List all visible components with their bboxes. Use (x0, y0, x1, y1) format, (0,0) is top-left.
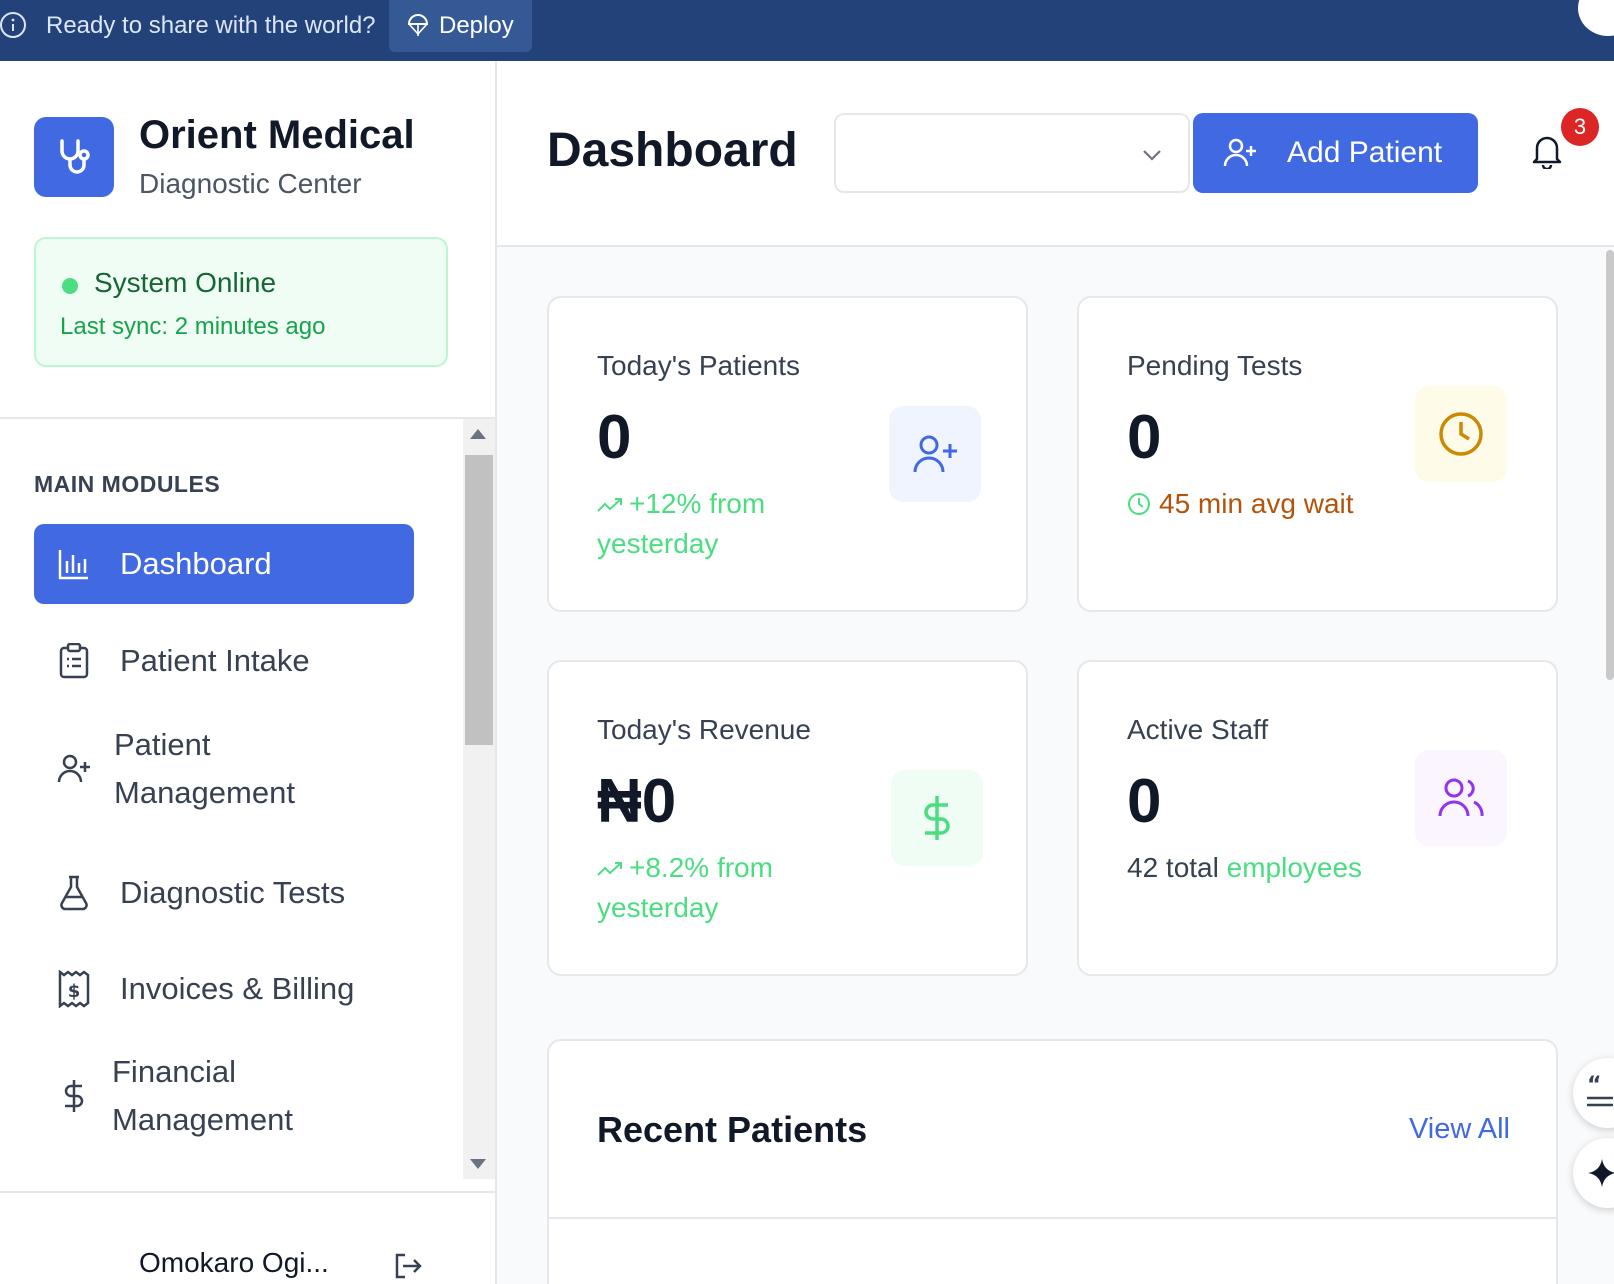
sidebar-item-label: Patient Management (114, 727, 295, 810)
brand-name: Orient Medical (139, 113, 415, 157)
status-dot (62, 278, 78, 294)
add-patient-button[interactable]: Add Patient (1193, 113, 1478, 193)
user-plus-icon (56, 751, 92, 787)
bell-icon[interactable] (1530, 133, 1564, 169)
stat-trend: 42 total employees (1127, 848, 1447, 888)
info-icon (0, 12, 26, 38)
sidebar-item-patient-management[interactable]: Patient Management (34, 709, 414, 829)
stat-trend-text: employees (1226, 852, 1363, 883)
user-name: Omokaro Ogi... (139, 1247, 329, 1278)
stat-value: ₦0 (597, 767, 677, 836)
stat-icon-box (1415, 750, 1507, 846)
sidebar-item-label: Patient Intake (120, 643, 310, 678)
clock-icon (1128, 493, 1150, 515)
stat-label: Active Staff (1127, 714, 1269, 745)
deploy-button-label: Deploy (439, 12, 514, 39)
branch-select[interactable] (834, 113, 1190, 193)
stat-icon-box (891, 770, 983, 866)
view-all-link[interactable]: View All (1409, 1113, 1510, 1146)
sidebar-scrollbar[interactable] (463, 419, 495, 1179)
deploy-banner: Ready to share with the world? Deploy (0, 0, 1614, 61)
stat-card-active-staff: Active Staff 0 42 total employees (1077, 660, 1558, 976)
scroll-thumb[interactable] (465, 455, 493, 745)
sidebar-item-diagnostic-tests[interactable]: Diagnostic Tests (34, 853, 414, 933)
stat-value: 0 (1127, 403, 1162, 472)
stat-trend: +12% from yesterday (597, 484, 867, 564)
stat-card-todays-revenue: Today's Revenue ₦0 +8.2% from yesterday (547, 660, 1028, 976)
bar-chart-icon (56, 546, 92, 582)
sidebar-item-invoices-billing[interactable]: $ Invoices & Billing (34, 949, 414, 1029)
avatar[interactable] (1578, 0, 1614, 36)
clock-icon (1439, 412, 1483, 456)
deploy-button[interactable]: Deploy (389, 0, 532, 52)
sidebar-item-financial-management[interactable]: Financial Management (34, 1037, 414, 1155)
sparkle-icon (1588, 1159, 1614, 1187)
system-status-card: System Online Last sync: 2 minutes ago (34, 237, 448, 367)
last-sync-text: Last sync: 2 minutes ago (60, 313, 326, 340)
sidebar-item-label: Dashboard (120, 546, 272, 581)
stat-trend-prefix: 42 total (1127, 852, 1227, 883)
stat-trend-text: 45 min avg wait (1159, 488, 1354, 519)
brand-logo (34, 117, 114, 197)
svg-text:“: “ (1587, 1074, 1601, 1098)
parachute-icon (407, 14, 429, 36)
quote-icon: “ (1587, 1074, 1613, 1107)
main-scrollbar[interactable] (1606, 250, 1614, 680)
dollar-icon (56, 1078, 92, 1114)
stat-label: Today's Revenue (597, 714, 811, 745)
scroll-up-arrow-icon[interactable] (470, 429, 486, 439)
divider (549, 1217, 1556, 1219)
stat-trend-text: +8.2% from yesterday (597, 852, 773, 923)
receipt-icon: $ (56, 970, 92, 1008)
users-icon (1438, 778, 1484, 817)
add-patient-label: Add Patient (1287, 136, 1443, 169)
divider (0, 1191, 495, 1193)
top-header: Dashboard Add Patient 3 (497, 61, 1614, 247)
user-plus-icon (913, 435, 957, 473)
notification-badge: 3 (1561, 108, 1599, 146)
stat-label: Pending Tests (1127, 350, 1303, 381)
ai-float-button[interactable] (1573, 1138, 1614, 1208)
page-title: Dashboard (547, 124, 798, 177)
section-label: MAIN MODULES (34, 471, 221, 497)
quote-float-button[interactable]: “ (1573, 1058, 1614, 1128)
stat-value: 0 (597, 403, 632, 472)
svg-text:$: $ (68, 981, 81, 1002)
sidebar-item-label: Invoices & Billing (120, 971, 355, 1006)
stat-card-pending-tests: Pending Tests 0 45 min avg wait (1077, 296, 1558, 612)
system-status-title: System Online (94, 267, 277, 298)
sidebar-item-label: Financial Management (112, 1054, 293, 1137)
dollar-icon (924, 796, 950, 840)
deploy-message: Ready to share with the world? (46, 12, 376, 39)
stat-card-todays-patients: Today's Patients 0 +12% from yesterday (547, 296, 1028, 612)
user-plus-icon (1223, 138, 1256, 167)
stat-trend: +8.2% from yesterday (597, 848, 867, 928)
brand-subtitle: Diagnostic Center (139, 168, 362, 199)
scroll-down-arrow-icon[interactable] (470, 1159, 486, 1169)
trending-up-icon (597, 498, 622, 512)
stat-trend: 45 min avg wait (1127, 484, 1427, 524)
sidebar-item-dashboard[interactable]: Dashboard (34, 524, 414, 604)
sidebar-item-label: Diagnostic Tests (120, 875, 346, 910)
flask-icon (56, 875, 92, 911)
logout-icon[interactable] (393, 1251, 423, 1281)
stat-label: Today's Patients (597, 350, 801, 381)
recent-patients-card: Recent Patients View All (547, 1039, 1558, 1284)
chevron-down-icon (1143, 150, 1161, 161)
sidebar-item-patient-intake[interactable]: Patient Intake (34, 621, 414, 701)
clipboard-list-icon (56, 643, 92, 679)
stat-icon-box (1415, 386, 1507, 482)
divider (0, 417, 495, 419)
sidebar: Orient Medical Diagnostic Center System … (0, 61, 497, 1284)
stat-value: 0 (1127, 767, 1162, 836)
stethoscope-icon (60, 139, 90, 174)
recent-patients-title: Recent Patients (597, 1109, 868, 1150)
trending-up-icon (597, 862, 622, 876)
stat-icon-box (889, 406, 981, 502)
